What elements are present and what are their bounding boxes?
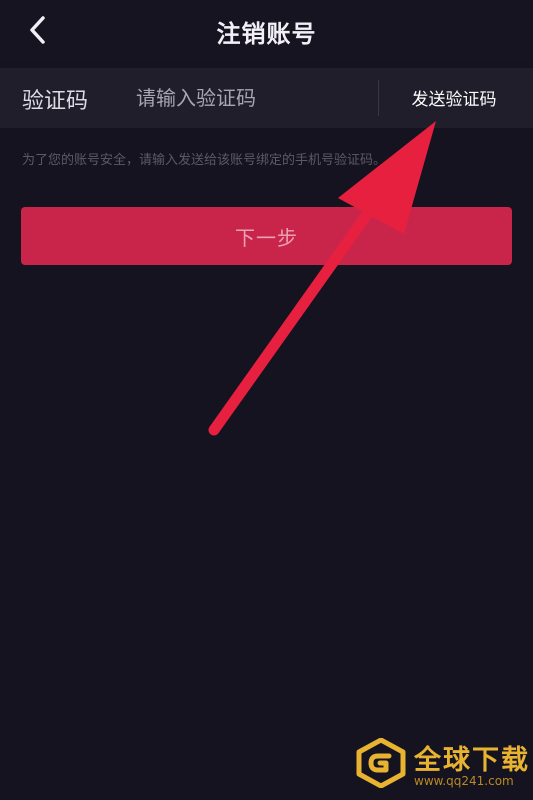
security-hint-text: 为了您的账号安全，请输入发送给该账号绑定的手机号验证码。 xyxy=(22,153,387,168)
g-logo-icon xyxy=(356,738,406,788)
page-title: 注销账号 xyxy=(216,20,317,48)
verification-code-input[interactable] xyxy=(126,78,386,118)
watermark: 全球下载 www.qq241.com xyxy=(350,732,530,794)
watermark-brand: 全球下载 xyxy=(414,745,530,776)
verification-code-row: 验证码 发送验证码 xyxy=(0,68,533,128)
app-header: 注销账号 xyxy=(0,0,533,62)
watermark-url: www.qq241.com xyxy=(414,774,514,788)
send-code-button[interactable]: 发送验证码 xyxy=(388,85,520,115)
divider xyxy=(378,80,379,116)
next-step-label: 下一步 xyxy=(235,225,298,250)
next-step-button[interactable]: 下一步 xyxy=(21,207,512,265)
verification-code-label: 验证码 xyxy=(22,89,89,114)
